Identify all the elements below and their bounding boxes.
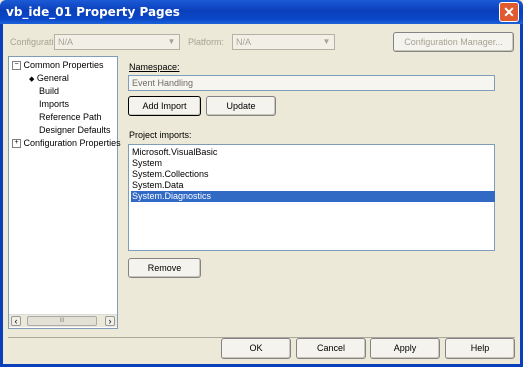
remove-button[interactable]: Remove <box>128 258 201 278</box>
project-imports-label: Project imports: <box>129 130 192 140</box>
project-imports-list[interactable]: Microsoft.VisualBasic System System.Coll… <box>128 144 495 251</box>
tree-item-label: Configuration Properties <box>23 138 121 148</box>
title-bar[interactable]: vb_ide_01 Property Pages <box>0 0 523 24</box>
tree-item-configuration-properties[interactable]: + Configuration Properties <box>12 138 121 149</box>
tree-item-label: General <box>36 73 69 83</box>
window-frame-left <box>0 24 3 367</box>
list-item-selected[interactable]: System.Diagnostics <box>131 191 495 202</box>
list-item[interactable]: System <box>131 158 495 169</box>
scroll-right-icon[interactable]: › <box>105 316 115 326</box>
chevron-down-icon: ▼ <box>167 37 176 46</box>
diamond-icon: ◆ <box>29 76 35 83</box>
list-item[interactable]: System.Data <box>131 180 495 191</box>
namespace-label: Namespace: <box>129 62 180 72</box>
tree-item-common-properties[interactable]: − Common Properties <box>12 60 104 71</box>
cancel-button[interactable]: Cancel <box>296 338 366 359</box>
configuration-value: N/A <box>58 37 74 47</box>
ok-button[interactable]: OK <box>221 338 291 359</box>
scroll-thumb[interactable]: III <box>27 316 97 326</box>
help-button[interactable]: Help <box>445 338 515 359</box>
close-button[interactable]: ✕ <box>499 2 519 22</box>
tree-horizontal-scrollbar[interactable]: ‹ III › <box>9 314 117 327</box>
platform-value: N/A <box>236 37 252 47</box>
collapse-icon[interactable]: − <box>12 61 21 71</box>
platform-label: Platform: <box>188 37 225 47</box>
list-item[interactable]: Microsoft.VisualBasic <box>131 147 495 158</box>
platform-combo[interactable]: N/A ▼ <box>232 34 335 50</box>
update-button[interactable]: Update <box>206 96 276 116</box>
property-tree[interactable]: − Common Properties ◆ General Build Impo… <box>8 56 121 329</box>
window-title: vb_ide_01 Property Pages <box>6 5 180 19</box>
tree-item-reference-path[interactable]: Reference Path <box>39 112 102 122</box>
chevron-down-icon: ▼ <box>322 37 331 46</box>
scroll-left-icon[interactable]: ‹ <box>11 316 21 326</box>
tree-item-label: Common Properties <box>23 60 104 70</box>
namespace-input[interactable]: Event Handling <box>128 75 495 91</box>
configuration-manager-button[interactable]: Configuration Manager... <box>393 32 514 52</box>
configuration-combo[interactable]: N/A ▼ <box>54 34 180 50</box>
tree-item-general[interactable]: ◆ General <box>29 73 69 83</box>
tree-item-designer-defaults[interactable]: Designer Defaults <box>39 125 111 135</box>
list-item[interactable]: System.Collections <box>131 169 495 180</box>
tree-item-imports[interactable]: Imports <box>39 99 69 109</box>
add-import-button[interactable]: Add Import <box>128 96 201 116</box>
apply-button[interactable]: Apply <box>370 338 440 359</box>
expand-icon[interactable]: + <box>12 139 21 149</box>
tree-item-build[interactable]: Build <box>39 86 59 96</box>
close-icon: ✕ <box>503 4 515 20</box>
